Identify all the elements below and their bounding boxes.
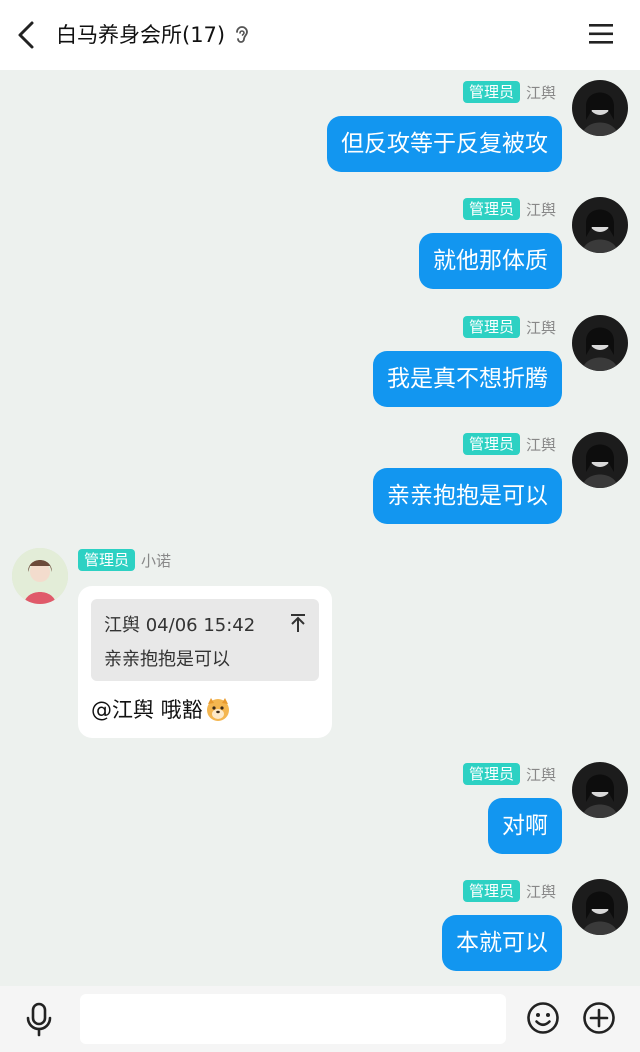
sender-name[interactable]: 江舆: [526, 199, 556, 220]
avatar[interactable]: [12, 548, 68, 604]
reply-text-row: @江舆 哦豁: [91, 694, 231, 724]
chat-header: 白马养身会所(17): [0, 0, 640, 70]
message-bubble[interactable]: 就他那体质: [419, 233, 562, 289]
avatar[interactable]: [572, 762, 628, 818]
admin-badge: 管理员: [462, 433, 520, 455]
message-bubble[interactable]: 我是真不想折腾: [373, 351, 562, 407]
quoted-message[interactable]: 江舆 04/06 15:42 亲亲抱抱是可以: [91, 599, 319, 681]
menu-button[interactable]: [588, 22, 614, 46]
reply-text: @江舆 哦豁: [91, 698, 203, 722]
message-meta: 管理员 江舆: [462, 197, 556, 221]
avatar[interactable]: [572, 315, 628, 371]
plus-circle-icon: [583, 1002, 615, 1034]
admin-badge: 管理员: [462, 81, 520, 103]
message-meta: 管理员 江舆: [462, 315, 556, 339]
admin-badge: 管理员: [78, 549, 136, 571]
composer-bar: [0, 986, 640, 1052]
ear-icon: [236, 26, 248, 43]
voice-button[interactable]: [24, 1002, 54, 1038]
menu-icon: [589, 24, 613, 44]
chevron-left-icon: [18, 21, 34, 49]
message-meta: 管理员 小诺: [78, 548, 171, 572]
admin-badge: 管理员: [462, 316, 520, 338]
sender-name[interactable]: 江舆: [526, 434, 556, 455]
avatar[interactable]: [572, 80, 628, 136]
avatar[interactable]: [572, 879, 628, 935]
quoted-message-meta: 江舆 04/06 15:42: [104, 615, 256, 636]
admin-badge: 管理员: [462, 198, 520, 220]
avatar[interactable]: [572, 197, 628, 253]
dog-emoji-icon: [206, 698, 229, 721]
message-input[interactable]: [80, 994, 506, 1044]
smile-icon: [527, 1002, 559, 1034]
sender-name[interactable]: 江舆: [526, 881, 556, 902]
message-bubble[interactable]: 亲亲抱抱是可以: [373, 468, 562, 524]
sender-name[interactable]: 小诺: [141, 550, 171, 571]
admin-badge: 管理员: [462, 763, 520, 785]
message-bubble[interactable]: 本就可以: [442, 915, 562, 971]
back-button[interactable]: [12, 18, 44, 52]
message-meta: 管理员 江舆: [462, 80, 556, 104]
microphone-icon: [26, 1002, 52, 1037]
message-meta: 管理员 江舆: [462, 762, 556, 786]
avatar[interactable]: [572, 432, 628, 488]
message-meta: 管理员 江舆: [462, 879, 556, 903]
sender-name[interactable]: 江舆: [526, 764, 556, 785]
arrow-up-icon[interactable]: [289, 613, 307, 633]
chat-title[interactable]: 白马养身会所(17): [56, 20, 225, 50]
quoted-message-text: 亲亲抱抱是可以: [104, 649, 230, 670]
reply-message-bubble[interactable]: 江舆 04/06 15:42 亲亲抱抱是可以 @江舆 哦豁: [78, 586, 332, 738]
message-bubble[interactable]: 对啊: [488, 798, 562, 854]
admin-badge: 管理员: [462, 880, 520, 902]
message-list[interactable]: 管理员 江舆 但反攻等于反复被攻 管理员 江舆 就他那体质 管理员 江舆 我是真…: [0, 70, 640, 986]
message-meta: 管理员 江舆: [462, 432, 556, 456]
message-bubble[interactable]: 但反攻等于反复被攻: [327, 116, 562, 172]
emoji-button[interactable]: [526, 1001, 560, 1035]
more-button[interactable]: [582, 1001, 616, 1035]
sender-name[interactable]: 江舆: [526, 82, 556, 103]
sender-name[interactable]: 江舆: [526, 317, 556, 338]
